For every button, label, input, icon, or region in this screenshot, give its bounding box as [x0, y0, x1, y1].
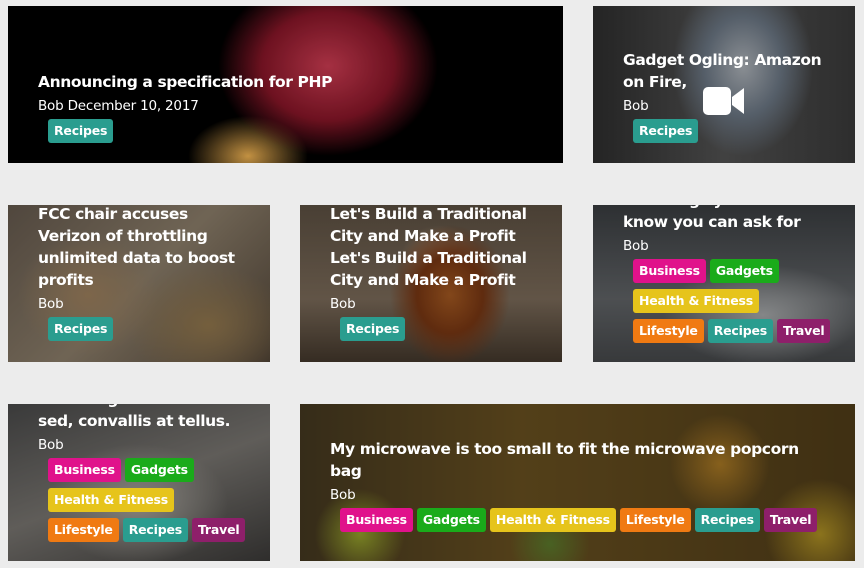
tag-travel[interactable]: Travel: [763, 508, 818, 532]
post-title-link[interactable]: Let's Build a Traditional City and Make …: [330, 205, 542, 291]
tag-recipes[interactable]: Recipes: [48, 119, 114, 143]
tag-recipes[interactable]: Recipes: [694, 508, 760, 532]
tag-list: BusinessGadgetsHealth & FitnessLifestyle…: [330, 508, 835, 538]
tag-business[interactable]: Business: [48, 458, 121, 482]
post-card-fcc-verizon[interactable]: FCC chair accuses Verizon of throttling …: [8, 205, 270, 362]
post-meta: Bob: [330, 296, 356, 312]
post-card-lacinia[interactable]: lacinia eget consectetur sed, convallis …: [8, 404, 270, 561]
post-meta: Bob December 10, 2017: [38, 98, 199, 114]
tag-lifestyle[interactable]: Lifestyle: [633, 319, 704, 343]
post-card-traditional-city[interactable]: Let's Build a Traditional City and Make …: [300, 205, 562, 362]
tag-lifestyle[interactable]: Lifestyle: [619, 508, 691, 532]
tag-recipes[interactable]: Recipes: [707, 319, 773, 343]
tag-gadgets[interactable]: Gadgets: [416, 508, 486, 532]
tag-list: Recipes: [38, 317, 250, 347]
tag-recipes[interactable]: Recipes: [633, 119, 699, 143]
post-meta: Bob: [330, 487, 356, 503]
post-card-microwave[interactable]: My microwave is too small to fit the mic…: [300, 404, 855, 561]
post-card-things-ask-for[interactable]: the things you didn't know you can ask f…: [593, 205, 855, 362]
tag-health-fitness[interactable]: Health & Fitness: [48, 488, 174, 512]
post-meta: Bob: [38, 437, 64, 453]
tag-health-fitness[interactable]: Health & Fitness: [633, 289, 759, 313]
post-title-link[interactable]: lacinia eget consectetur sed, convallis …: [38, 404, 250, 432]
tag-recipes[interactable]: Recipes: [122, 518, 188, 542]
post-meta: Bob: [38, 296, 64, 312]
post-title-link[interactable]: Gadget Ogling: Amazon on Fire,: [623, 49, 835, 93]
tag-recipes[interactable]: Recipes: [48, 317, 114, 341]
tag-gadgets[interactable]: Gadgets: [124, 458, 194, 482]
tag-list: Recipes: [38, 119, 543, 149]
tag-travel[interactable]: Travel: [776, 319, 831, 343]
tag-travel[interactable]: Travel: [191, 518, 246, 542]
tag-recipes[interactable]: Recipes: [340, 317, 406, 341]
tag-list: BusinessGadgets Health & Fitness Lifestyle…: [38, 458, 250, 548]
post-card-gadget-ogling[interactable]: Gadget Ogling: Amazon on Fire, Bob Recip…: [593, 6, 855, 163]
tag-business[interactable]: Business: [340, 508, 413, 532]
post-meta: Bob: [623, 238, 649, 254]
tag-business[interactable]: Business: [633, 259, 706, 283]
post-title-link[interactable]: FCC chair accuses Verizon of throttling …: [38, 205, 250, 291]
post-card-php-spec[interactable]: Announcing a specification for PHP Bob D…: [8, 6, 563, 163]
tag-lifestyle[interactable]: Lifestyle: [48, 518, 119, 542]
tag-list: BusinessGadgets Health & Fitness Lifestyle…: [623, 259, 835, 349]
tag-health-fitness[interactable]: Health & Fitness: [489, 508, 616, 532]
post-title-link[interactable]: the things you didn't know you can ask f…: [623, 205, 835, 233]
tag-list: Recipes: [623, 119, 835, 149]
post-title-link[interactable]: Announcing a specification for PHP: [38, 71, 543, 93]
tag-gadgets[interactable]: Gadgets: [709, 259, 779, 283]
tag-list: Recipes: [330, 317, 542, 347]
post-meta: Bob: [623, 98, 649, 114]
post-title-link[interactable]: My microwave is too small to fit the mic…: [330, 438, 835, 482]
